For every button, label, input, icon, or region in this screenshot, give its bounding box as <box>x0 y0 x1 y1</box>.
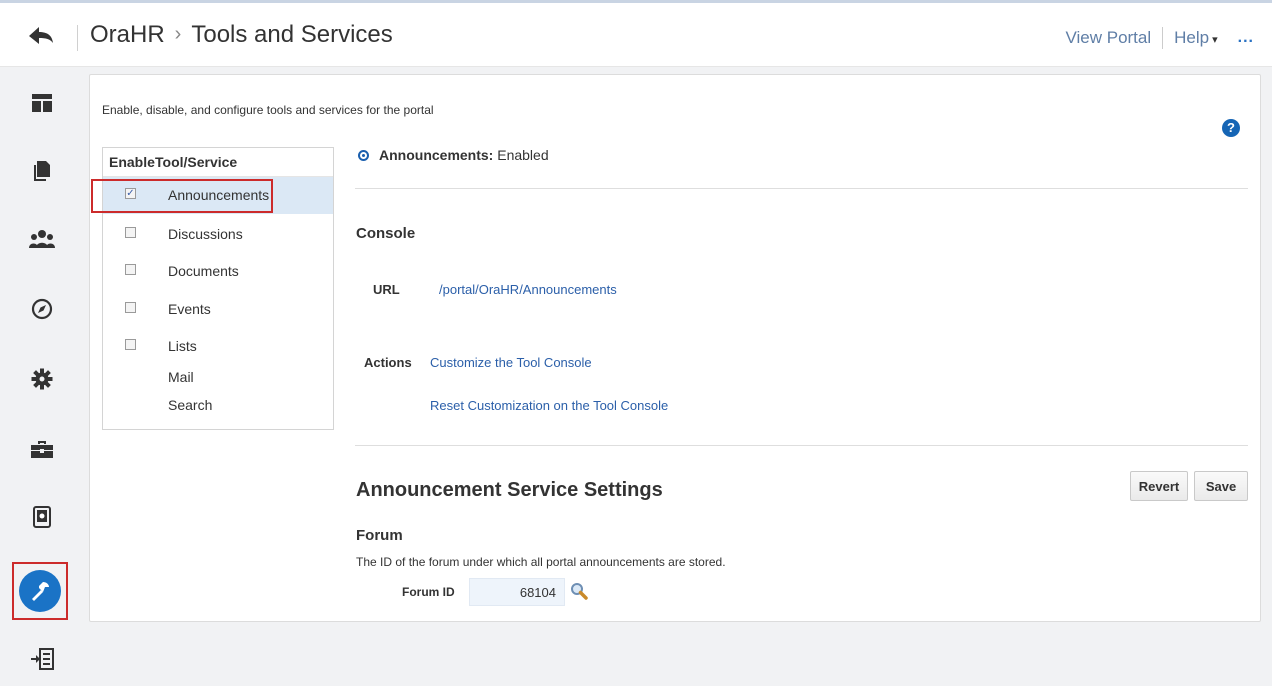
divider <box>355 188 1248 189</box>
enable-checkbox-discussions[interactable] <box>125 227 136 238</box>
help-menu[interactable]: Help ▾ <box>1174 28 1218 48</box>
column-header-enable: Enable <box>109 154 155 170</box>
status-radio-icon <box>358 150 369 161</box>
compass-icon[interactable] <box>15 282 69 336</box>
device-settings-icon[interactable] <box>15 490 69 544</box>
actions-label: Actions <box>364 355 412 370</box>
service-row-announcements[interactable]: ✓ Announcements <box>103 177 333 214</box>
service-label: Documents <box>168 263 239 279</box>
column-header-tool-service: Tool/Service <box>155 154 238 170</box>
forum-heading: Forum <box>356 527 403 544</box>
service-label: Discussions <box>168 226 243 242</box>
service-label: Events <box>168 301 211 317</box>
left-navigation <box>0 66 86 683</box>
url-label: URL <box>373 282 400 297</box>
service-row-mail[interactable]: Mail <box>103 363 333 391</box>
header-links: View Portal Help ▾ ... <box>1065 27 1254 49</box>
layout-icon[interactable] <box>15 76 69 130</box>
console-heading: Console <box>356 225 416 242</box>
service-label: Mail <box>168 369 194 385</box>
service-row-documents[interactable]: Documents <box>103 253 333 290</box>
header-separator <box>77 25 78 51</box>
members-icon[interactable] <box>15 212 69 266</box>
console-url-link[interactable]: /portal/OraHR/Announcements <box>439 282 617 297</box>
breadcrumb-portal[interactable]: OraHR <box>90 21 165 48</box>
breadcrumb: OraHR › Tools and Services <box>90 21 393 49</box>
service-row-events[interactable]: Events <box>103 291 333 328</box>
toolbox-icon[interactable] <box>15 422 69 476</box>
page-header: OraHR › Tools and Services View Portal Hel… <box>0 3 1272 67</box>
enable-checkbox-documents[interactable] <box>125 264 136 275</box>
service-row-search[interactable]: Search <box>103 391 333 421</box>
page-title: Tools and Services <box>191 21 393 48</box>
revert-button[interactable]: Revert <box>1130 471 1188 501</box>
service-row-lists[interactable]: Lists <box>103 328 333 365</box>
forum-id-input[interactable] <box>469 578 565 606</box>
save-button[interactable]: Save <box>1194 471 1248 501</box>
reset-customization-link[interactable]: Reset Customization on the Tool Console <box>430 398 668 413</box>
service-status: Announcements: Enabled <box>358 147 549 163</box>
enable-checkbox-announcements[interactable]: ✓ <box>125 188 136 199</box>
view-portal-link[interactable]: View Portal <box>1065 28 1151 48</box>
panel-description: Enable, disable, and configure tools and… <box>102 103 434 117</box>
search-icon[interactable] <box>569 581 589 601</box>
forum-description: The ID of the forum under which all port… <box>356 555 726 569</box>
back-icon[interactable] <box>26 23 56 49</box>
service-row-discussions[interactable]: Discussions <box>103 216 333 253</box>
header-link-divider <box>1162 27 1164 49</box>
customize-console-link[interactable]: Customize the Tool Console <box>430 355 592 370</box>
divider <box>355 445 1248 446</box>
service-label: Lists <box>168 338 197 354</box>
help-menu-label: Help <box>1174 28 1210 47</box>
services-table: Enable Tool/Service ✓ Announcements Disc… <box>102 147 334 430</box>
import-icon[interactable] <box>15 632 69 686</box>
pages-icon[interactable] <box>15 144 69 198</box>
more-options-icon[interactable]: ... <box>1238 29 1254 47</box>
service-label: Announcements <box>168 187 270 203</box>
service-status-value: Enabled <box>497 147 549 163</box>
service-name: Announcements: <box>379 147 494 163</box>
tools-services-panel: Enable, disable, and configure tools and… <box>89 74 1261 622</box>
enable-checkbox-lists[interactable] <box>125 339 136 350</box>
enable-checkbox-events[interactable] <box>125 302 136 313</box>
tools-hammer-icon[interactable] <box>12 562 68 620</box>
settings-heading: Announcement Service Settings <box>356 479 663 501</box>
help-icon[interactable]: ? <box>1222 119 1240 137</box>
settings-gear-icon[interactable] <box>15 352 69 406</box>
service-label: Search <box>168 397 213 413</box>
forum-id-label: Forum ID <box>402 585 455 599</box>
breadcrumb-chevron-icon: › <box>174 23 182 45</box>
tools-hammer-badge <box>19 570 61 612</box>
caret-down-icon: ▾ <box>1212 34 1218 46</box>
table-header: Enable Tool/Service <box>103 148 333 177</box>
